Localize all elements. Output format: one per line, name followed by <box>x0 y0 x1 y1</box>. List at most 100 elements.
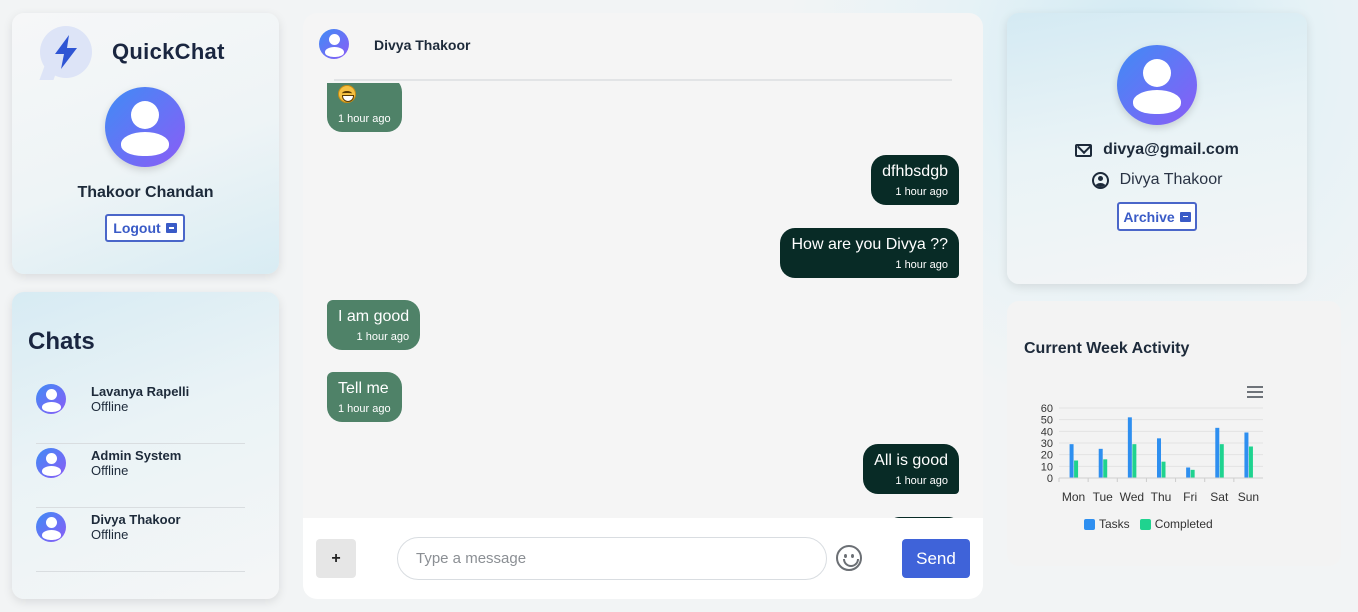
message-text: How are you Divya ?? <box>791 236 948 253</box>
bar-completed <box>1219 444 1224 478</box>
message-bubble-incoming: Tell me 1 hour ago <box>327 372 402 422</box>
grinning-emoji-icon <box>338 85 356 103</box>
y-tick-label: 60 <box>1041 403 1053 415</box>
y-tick-label: 0 <box>1047 473 1053 485</box>
message-text: I am good <box>338 308 410 325</box>
chat-list-item[interactable]: Admin System Offline <box>36 448 245 508</box>
app-name: QuickChat <box>112 39 225 64</box>
bar-completed <box>1161 461 1166 478</box>
brand: QuickChat <box>40 26 225 78</box>
chat-panel: Divya Thakoor 1 hour ago dfhbsdgb 1 hour… <box>303 13 983 599</box>
bar-completed <box>1248 446 1253 478</box>
message-time: 1 hour ago <box>895 186 948 198</box>
bar-tasks <box>1127 417 1132 478</box>
contact-name: Divya Thakoor <box>374 37 471 53</box>
x-tick-label: Fri <box>1183 490 1197 504</box>
user-circle-icon <box>1091 171 1109 189</box>
bar-tasks <box>1215 427 1220 478</box>
divider <box>334 79 952 81</box>
bar-completed <box>1074 460 1079 478</box>
x-tick-label: Wed <box>1120 490 1144 504</box>
message-text <box>338 85 391 108</box>
legend-swatch <box>1084 518 1095 530</box>
chat-name: Lavanya Rapelli <box>91 384 190 399</box>
avatar <box>36 512 66 542</box>
chat-name: Admin System <box>91 448 182 463</box>
message-text: dfhbsdgb <box>882 163 948 180</box>
contact-name: Divya Thakoor <box>1119 171 1223 188</box>
avatar <box>105 87 185 167</box>
archive-box-icon <box>1179 211 1191 222</box>
archive-label: Archive <box>1123 208 1175 225</box>
message-list[interactable]: 1 hour ago dfhbsdgb 1 hour ago How are y… <box>303 83 983 519</box>
message-bubble-incoming: I am good 1 hour ago <box>327 300 421 350</box>
bolt-icon <box>40 26 92 78</box>
message-text: Tell me <box>338 380 389 397</box>
activity-card: Current Week Activity 0 10 20 30 40 50 60 Mon Tu… <box>1007 301 1341 566</box>
chat-name: Divya Thakoor <box>91 512 181 527</box>
chart-legend: Tasks Completed <box>1084 517 1213 531</box>
chats-title: Chats <box>28 328 95 355</box>
bar-tasks <box>1157 438 1161 478</box>
message-bubble-outgoing: dfhbsdgb 1 hour ago <box>871 155 959 205</box>
composer: + Send <box>303 518 983 599</box>
send-button[interactable]: Send <box>902 539 970 578</box>
contact-name-row: Divya Thakoor <box>1007 171 1307 189</box>
bar-tasks <box>1069 444 1074 478</box>
message-bubble-incoming: 1 hour ago <box>327 83 402 132</box>
attach-button[interactable]: + <box>316 539 356 578</box>
message-time: 1 hour ago <box>895 259 948 271</box>
avatar <box>1117 45 1197 125</box>
contact-email-row: divya@gmail.com <box>1007 141 1307 159</box>
message-bubble-outgoing: How are you Divya ?? 1 hour ago <box>780 228 959 278</box>
avatar <box>36 448 66 478</box>
profile-card: QuickChat Thakoor Chandan Logout <box>12 13 279 274</box>
message-time: 1 hour ago <box>356 331 410 343</box>
bar-completed <box>1103 459 1108 478</box>
archive-button[interactable]: Archive <box>1117 202 1197 231</box>
logout-button[interactable]: Logout <box>105 214 185 242</box>
legend-label: Tasks <box>1099 517 1130 531</box>
x-tick-label: Tue <box>1093 490 1114 504</box>
envelope-icon <box>1075 143 1093 157</box>
archive-box-icon <box>165 223 177 233</box>
y-tick-label: 40 <box>1041 426 1053 438</box>
legend-item-completed[interactable]: Completed <box>1139 517 1213 531</box>
y-tick-label: 10 <box>1041 461 1053 473</box>
legend-item-tasks[interactable]: Tasks <box>1084 517 1130 531</box>
y-tick-label: 30 <box>1041 438 1053 450</box>
chat-list-item[interactable]: Divya Thakoor Offline <box>36 512 245 572</box>
chats-card: Chats Lavanya Rapelli Offline Admin Syst… <box>12 292 279 599</box>
legend-label: Completed <box>1154 517 1213 531</box>
chat-list-item[interactable]: Lavanya Rapelli Offline <box>36 384 245 444</box>
message-bubble-outgoing: All is good 1 hour ago <box>863 444 959 494</box>
emoji-picker-icon[interactable] <box>836 545 862 571</box>
activity-chart: 0102030405060 Mon Tue Wed Thu Fri Sat Sun <box>1041 403 1263 504</box>
message-text: All is good <box>874 452 948 469</box>
bar-completed <box>1132 444 1137 478</box>
bar-tasks <box>1244 432 1249 478</box>
bar-tasks <box>1186 467 1191 478</box>
chat-status: Offline <box>91 399 129 414</box>
legend-swatch <box>1139 518 1151 530</box>
avatar <box>319 29 349 59</box>
logout-label: Logout <box>113 220 161 236</box>
chat-status: Offline <box>91 527 129 542</box>
message-time: 1 hour ago <box>338 403 391 415</box>
chat-status: Offline <box>91 463 129 478</box>
bar-tasks <box>1098 448 1103 478</box>
bar-completed <box>1190 469 1195 478</box>
user-name: Thakoor Chandan <box>77 184 214 201</box>
x-tick-label: Mon <box>1062 490 1085 504</box>
contact-email: divya@gmail.com <box>1103 141 1239 158</box>
contact-card: divya@gmail.com Divya Thakoor Archive <box>1007 13 1307 284</box>
avatar <box>36 384 66 414</box>
chat-header: Divya Thakoor <box>303 13 983 81</box>
x-tick-label: Sun <box>1238 490 1259 504</box>
x-tick-label: Thu <box>1151 490 1172 504</box>
activity-title: Current Week Activity <box>1024 340 1190 357</box>
message-time: 1 hour ago <box>338 113 391 125</box>
y-tick-label: 50 <box>1041 415 1053 427</box>
message-time: 1 hour ago <box>895 475 948 487</box>
message-input[interactable] <box>397 537 827 580</box>
